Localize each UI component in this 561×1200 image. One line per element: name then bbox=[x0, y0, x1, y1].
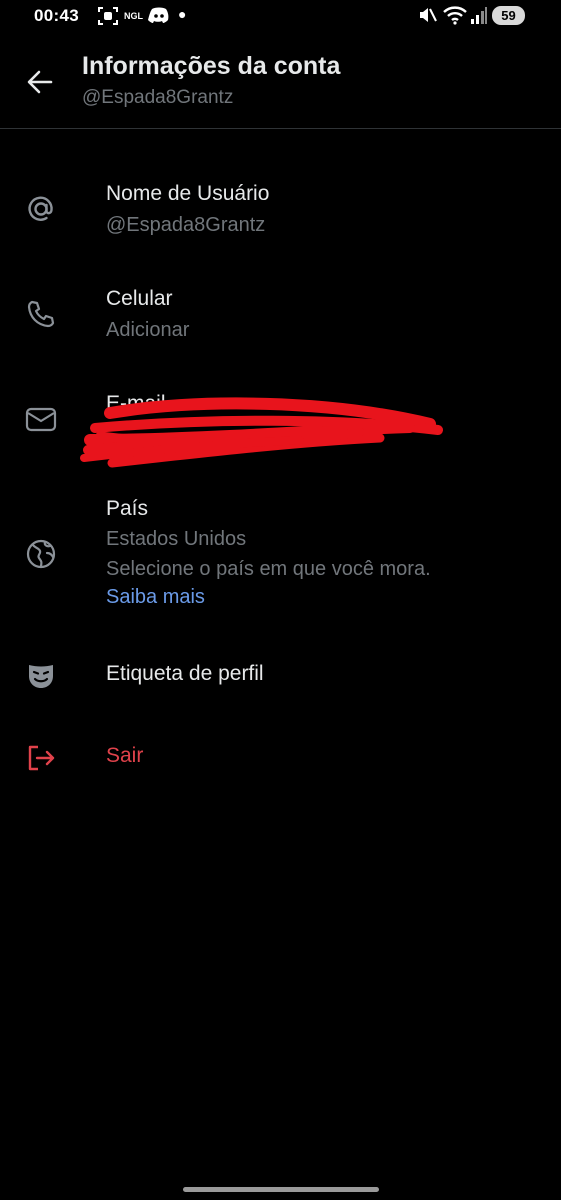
page-title: Informações da conta bbox=[82, 52, 341, 80]
arrow-left-icon bbox=[27, 70, 53, 94]
notification-dot-icon: ● bbox=[178, 6, 187, 22]
at-icon bbox=[23, 191, 59, 227]
discord-icon bbox=[148, 5, 170, 30]
globe-icon bbox=[23, 536, 59, 572]
signal-icon bbox=[470, 5, 488, 30]
logout-label: Sair bbox=[106, 744, 144, 767]
item-label: Etiqueta de perfil bbox=[106, 662, 264, 685]
item-label: Celular bbox=[106, 287, 173, 310]
ngl-app-icon: NGL bbox=[124, 11, 143, 21]
phone-icon bbox=[23, 296, 59, 332]
item-description: Selecione o país em que você mora. bbox=[106, 558, 431, 580]
status-bar: 00:43 NGL ● 59 bbox=[0, 0, 561, 34]
back-button[interactable] bbox=[22, 64, 58, 100]
learn-more-link[interactable]: Saiba mais bbox=[106, 586, 205, 609]
list-item-username[interactable]: Nome de Usuário @Espada8Grantz bbox=[0, 175, 561, 255]
item-label: País bbox=[106, 497, 149, 520]
item-value: Adicionar bbox=[106, 319, 190, 341]
item-label: E-mail bbox=[106, 392, 166, 415]
list-item-country[interactable]: País Estados Unidos Selecione o país em … bbox=[0, 490, 561, 615]
mail-icon bbox=[23, 401, 59, 437]
home-indicator[interactable] bbox=[183, 1187, 379, 1192]
logout-icon bbox=[23, 740, 59, 776]
list-item-phone[interactable]: Celular Adicionar bbox=[0, 280, 561, 360]
mask-icon bbox=[23, 658, 59, 694]
account-info-screen: 00:43 NGL ● 59 Informações da conta @Esp… bbox=[0, 0, 561, 1200]
battery-indicator: 59 bbox=[492, 6, 525, 25]
mute-icon bbox=[417, 5, 437, 30]
page-header: Informações da conta @Espada8Grantz bbox=[0, 34, 561, 129]
list-item-profile-label[interactable]: Etiqueta de perfil bbox=[0, 650, 561, 700]
item-label: Nome de Usuário bbox=[106, 182, 270, 205]
screenshot-icon bbox=[97, 5, 119, 32]
list-item-logout[interactable]: Sair bbox=[0, 732, 561, 782]
item-value: Estados Unidos bbox=[106, 528, 247, 550]
wifi-icon bbox=[443, 5, 467, 30]
page-subtitle: @Espada8Grantz bbox=[82, 87, 234, 108]
item-value: @Espada8Grantz bbox=[106, 214, 266, 236]
list-item-email[interactable]: E-mail bbox=[0, 385, 561, 465]
status-time: 00:43 bbox=[34, 6, 79, 25]
